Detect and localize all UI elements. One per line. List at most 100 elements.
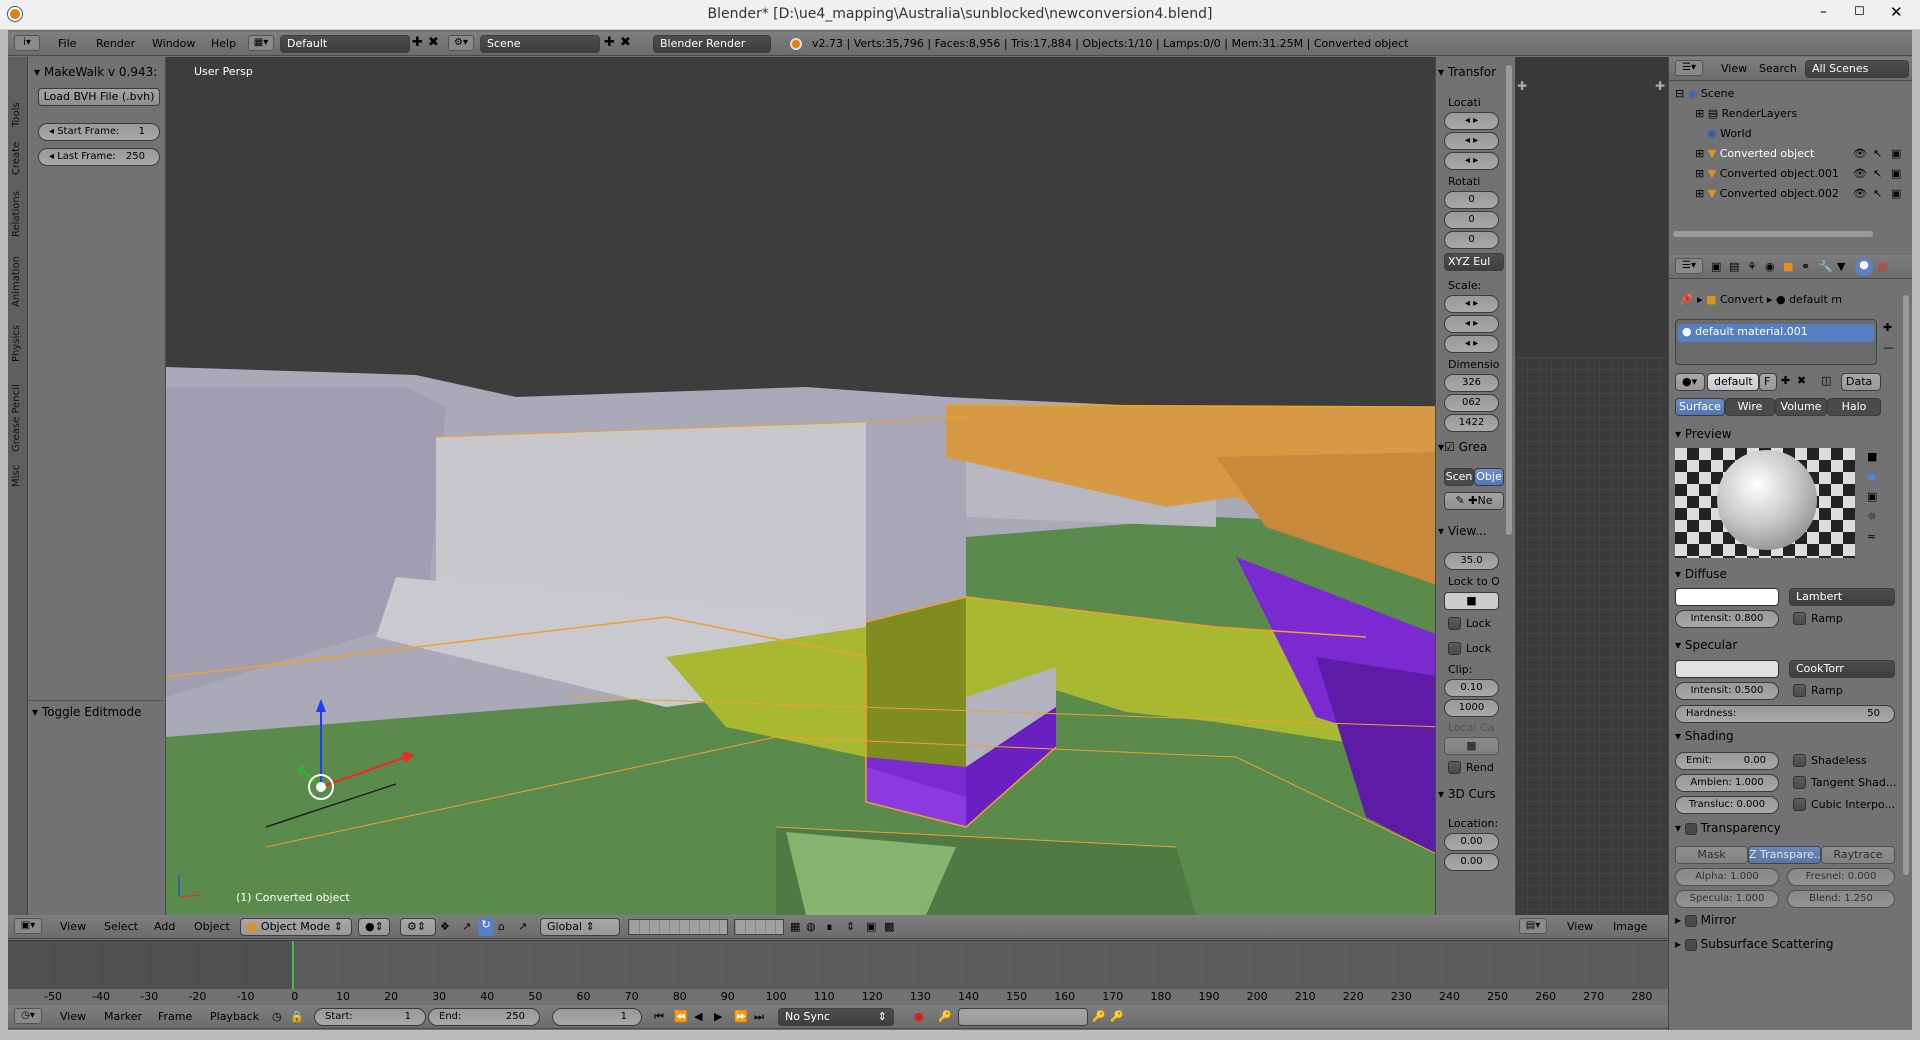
material-name-field[interactable]: default [1707,373,1759,391]
timeline-editor-icon[interactable]: ◷▾ [14,1008,42,1024]
tab-physics[interactable]: Physics [11,325,22,362]
rot-x[interactable]: 0 [1444,191,1499,209]
rot-y[interactable]: 0 [1444,211,1499,229]
transparency-checkbox[interactable] [1684,822,1697,835]
pin-icon[interactable]: 📌 [1679,293,1693,307]
layers-tab-icon[interactable]: ▤ [1729,260,1739,273]
add-scene-icon[interactable]: ✚ [604,35,615,50]
maximize-icon[interactable]: ◻ [1854,3,1865,18]
start-frame-timeline[interactable]: Start: 1 [314,1008,426,1026]
transform-orientation-icon[interactable]: ↗ [518,920,527,933]
jump-keyframe-back-icon[interactable]: ⏪ [674,1010,688,1023]
3d-editor-icon[interactable]: ▣▾ [14,918,42,934]
texture-tab-icon[interactable]: ▦ [1877,260,1887,273]
tab-grease-pencil[interactable]: Grease Pencil [11,384,22,452]
tangent-shading-checkbox[interactable] [1793,776,1806,789]
specular-shader-select[interactable]: CookTorr [1789,660,1895,678]
loc-y[interactable]: ◂ ▸ [1444,132,1499,150]
opengl-render-icon[interactable]: ▩ [884,920,894,933]
constraints-tab-icon[interactable]: ⚭ [1801,260,1810,273]
world-tab-icon[interactable]: ◉ [1765,260,1775,273]
remove-slot-icon[interactable]: — [1883,341,1894,354]
visibility-eye-icon[interactable]: 👁 [1853,167,1867,180]
layer-buttons[interactable] [628,919,728,935]
visibility-eye-icon[interactable]: 👁 [1853,147,1867,160]
close-icon[interactable]: ✕ [1890,3,1903,21]
play-icon[interactable]: ▶ [714,1010,722,1023]
lock-layers-icon[interactable]: ▦ [790,920,800,933]
lock-object-field[interactable]: ■ [1444,592,1499,610]
fresnel-field[interactable]: Fresnel: 0.000 [1787,868,1895,886]
object-tab-icon[interactable]: ■ [1783,260,1793,273]
select-cursor-icon[interactable]: ↖ [1873,187,1882,200]
tab-misc[interactable]: Misc [11,465,22,487]
scale-y[interactable]: ◂ ▸ [1444,315,1499,333]
scale-manipulator-icon[interactable]: ⌂ [498,920,505,933]
screen-layout-field[interactable]: Default [280,35,410,53]
mode-select[interactable]: ■ Object Mode ⇕ [240,918,352,936]
material-link-select[interactable]: Data [1841,373,1881,391]
tab-halo[interactable]: Halo [1827,398,1881,416]
specular-alpha-field[interactable]: Specula: 1.000 [1675,890,1779,908]
image-menu-view[interactable]: View [1567,920,1593,933]
preview-range-icon[interactable]: ◷ [272,1010,282,1023]
image-editor-icon[interactable]: ▤▾ [1519,918,1547,934]
material-browse[interactable]: ●▾ [1675,373,1705,391]
pivot-point-select[interactable]: ⚙⇕ [400,918,436,936]
makewalk-panel-title[interactable]: ▾ MakeWalk v 0.943: [34,65,157,79]
end-frame-timeline[interactable]: End: 250 [428,1008,540,1026]
emit-field[interactable]: Emit: 0.00 [1675,752,1779,770]
sync-mode-select[interactable]: No Sync ⇕ [778,1008,894,1026]
hardness-field[interactable]: Hardness: 50 [1675,705,1895,723]
jump-start-icon[interactable]: ⏮ [654,1010,664,1024]
render-camera-icon[interactable]: ▣ [1891,187,1901,200]
sss-checkbox[interactable] [1684,938,1697,951]
diffuse-shader-select[interactable]: Lambert [1789,588,1895,606]
outliner-item-converted-object-002[interactable]: ⊞ ▼ Converted object.002 [1695,187,1839,201]
cursor-x[interactable]: 0.00 [1444,833,1499,851]
select-cursor-icon[interactable]: ↖ [1873,167,1882,180]
timeline[interactable]: -50 -40 -30 -20 -10 0 10 20 30 40 50 60 70 80 90 100 110… [8,940,1668,1006]
preview-flat-icon[interactable]: ■ [1867,450,1877,463]
panel-expand-icon[interactable]: ✚ [1517,79,1527,93]
menu-help[interactable]: Help [211,37,236,50]
outliner-filter-select[interactable]: All Scenes [1805,60,1909,78]
modifiers-tab-icon[interactable]: 🔧 [1819,260,1833,273]
timeline-menu-view[interactable]: View [60,1010,86,1023]
load-bvh-button[interactable]: Load BVH File (.bvh) [38,88,160,106]
scale-z[interactable]: ◂ ▸ [1444,335,1499,353]
specular-panel[interactable]: ▾ Specular [1675,638,1737,652]
preview-panel[interactable]: ▾ Preview [1675,427,1732,441]
orientation-select[interactable]: Global ⇕ [540,918,620,936]
material-slot-list[interactable]: ● default material.001 [1675,319,1877,365]
remove-scene-icon[interactable]: ✖ [620,35,631,50]
play-reverse-icon[interactable]: ◀ [694,1010,702,1023]
preview-hair-icon[interactable]: ≈ [1867,530,1876,543]
outliner-editor-icon[interactable]: ☰▾ [1675,60,1703,76]
view3d-menu-object[interactable]: Object [194,920,230,933]
fake-user-button[interactable]: F [1759,373,1777,391]
material-slot-item[interactable]: ● default material.001 [1678,324,1874,342]
clip-end-field[interactable]: 1000 [1444,699,1499,717]
timeline-menu-marker[interactable]: Marker [104,1010,142,1023]
trans-ztransparency-button[interactable]: Z Transpare... [1748,846,1821,864]
current-frame-field[interactable]: 1 [552,1008,642,1026]
tab-tools[interactable]: Tools [11,102,22,127]
viewport-shading-select[interactable]: ●⇕ [358,918,390,936]
render-border-checkbox[interactable] [1448,761,1461,774]
object-source-button[interactable]: Obje [1474,468,1504,486]
preview-monkey-icon[interactable]: ☼ [1867,510,1877,523]
3d-cursor-panel[interactable]: ▾ 3D Curs [1438,787,1496,801]
lock-camera-checkbox[interactable] [1448,642,1461,655]
new-material-icon[interactable]: ✚ [1781,374,1790,387]
view3d-menu-view[interactable]: View [60,920,86,933]
render-engine-select[interactable]: Blender Render [653,35,771,53]
select-cursor-icon[interactable]: ↖ [1873,147,1882,160]
lens-field[interactable]: 35.0 [1444,552,1499,570]
timeline-menu-playback[interactable]: Playback [210,1010,259,1023]
outliner-menu-view[interactable]: View [1721,62,1747,75]
tab-volume[interactable]: Volume [1775,398,1827,416]
rotate-manipulator-icon[interactable]: ↻ [478,918,494,936]
image-editor[interactable]: ✚ ✚ [1515,57,1668,915]
add-slot-icon[interactable]: ✚ [1883,321,1892,334]
